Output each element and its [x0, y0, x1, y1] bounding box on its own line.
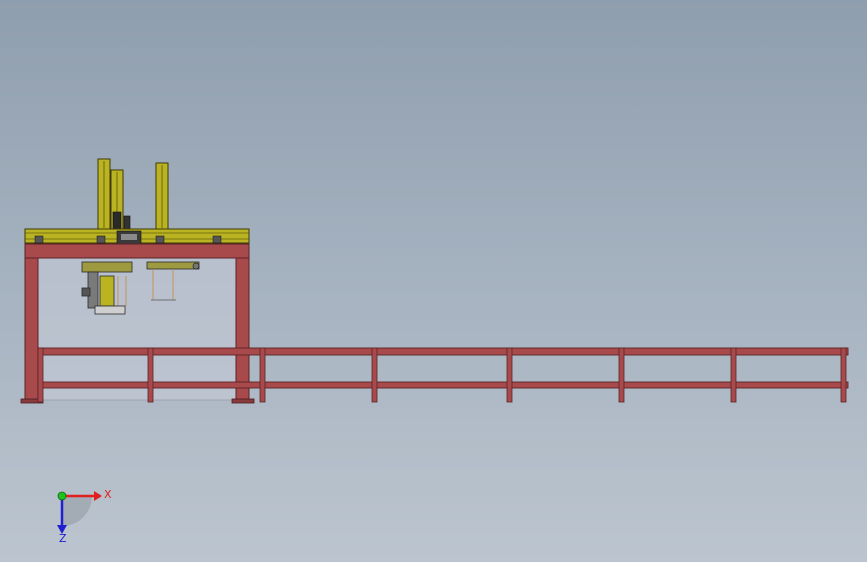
- gantry-column-left: [97, 158, 111, 230]
- x-axis-label: X: [104, 488, 112, 501]
- y-axis-origin: [57, 491, 67, 501]
- triad-shadow: [62, 496, 92, 526]
- enclosure-panel: [36, 257, 237, 401]
- z-axis-label: Z: [59, 532, 67, 545]
- carriage-block: [116, 230, 142, 245]
- gantry-column-right: [155, 162, 169, 230]
- cad-viewport[interactable]: X Z: [0, 0, 867, 562]
- orientation-triad[interactable]: X Z: [57, 488, 112, 545]
- machine-assembly: [20, 158, 849, 404]
